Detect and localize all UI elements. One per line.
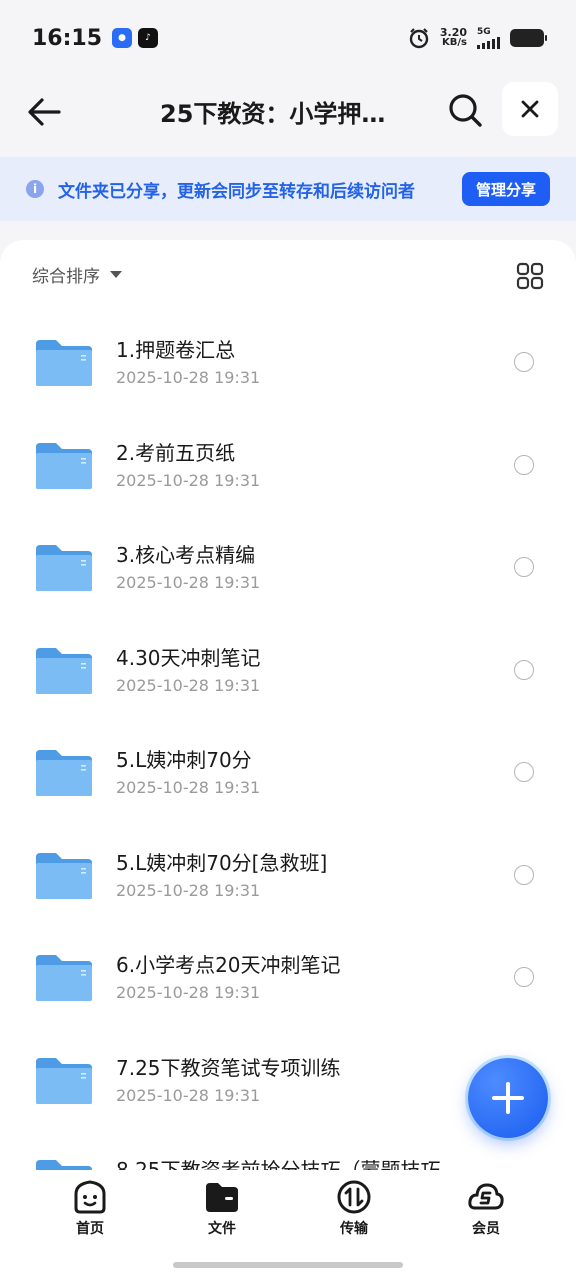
file-row[interactable]: 2.考前五页纸 2025-10-28 19:31 xyxy=(0,415,576,518)
file-name: 1.押题卷汇总 xyxy=(116,338,236,362)
add-button[interactable] xyxy=(468,1058,548,1138)
nav-item-files[interactable]: 文件 xyxy=(182,1178,262,1238)
status-bar: 16:15 ● ♪ 3.20 KB/s 5G xyxy=(0,0,576,76)
home-indicator[interactable] xyxy=(173,1262,403,1268)
nav-item-vip[interactable]: 会员 xyxy=(446,1178,526,1238)
file-name: 3.核心考点精编 xyxy=(116,543,256,567)
page-title: 25下教资：小学押… xyxy=(160,100,386,128)
back-button[interactable] xyxy=(22,90,66,134)
tiktok-notification-icon: ♪ xyxy=(138,28,159,48)
folder-icon xyxy=(36,1057,92,1104)
file-date: 2025-10-28 19:31 xyxy=(116,778,261,797)
nav-label-vip: 会员 xyxy=(472,1221,500,1237)
home-icon xyxy=(74,1180,106,1214)
file-row[interactable]: 5.L姨冲刺70分[急救班] 2025-10-28 19:31 xyxy=(0,825,576,928)
folder-icon xyxy=(36,647,92,694)
file-name: 2.考前五页纸 xyxy=(116,440,236,465)
folder-icon xyxy=(36,340,92,386)
file-row[interactable]: 6.小学考点20天冲刺笔记 2025-10-28 19:31 xyxy=(0,927,576,1030)
plus-icon xyxy=(492,1082,524,1114)
file-date: 2025-10-28 19:31 xyxy=(116,983,261,1002)
grid-view-icon[interactable] xyxy=(516,262,544,290)
nav-label-home: 首页 xyxy=(76,1221,104,1237)
file-row[interactable]: 4.30天冲刺笔记 2025-10-28 19:31 xyxy=(0,620,576,723)
file-row[interactable]: 1.押题卷汇总 2025-10-28 19:31 xyxy=(0,312,576,415)
file-date: 2025-10-28 19:31 xyxy=(116,880,261,900)
folder-icon xyxy=(36,852,92,899)
folder-icon xyxy=(206,1183,238,1212)
folder-icon xyxy=(36,750,92,796)
alarm-icon xyxy=(409,28,429,49)
select-radio[interactable] xyxy=(514,454,534,475)
vip-icon xyxy=(468,1183,504,1210)
file-name: 5.L姨冲刺70分[急救班] xyxy=(116,850,328,875)
close-icon xyxy=(521,100,539,118)
select-radio[interactable] xyxy=(514,557,534,577)
folder-icon xyxy=(36,442,92,489)
file-name: 8.25下教资考前抢分技巧（蒙题技巧 xyxy=(116,1158,441,1170)
transfer-icon xyxy=(337,1180,371,1214)
file-date: 2025-10-28 19:31 xyxy=(116,368,261,387)
file-name: 6.小学考点20天冲刺笔记 xyxy=(116,953,341,977)
sort-dropdown[interactable]: 综合排序 xyxy=(32,262,122,287)
speed-unit: KB/s xyxy=(442,37,467,48)
file-list: 1.押题卷汇总 2025-10-28 19:31 2.考前五页纸 2025-10-28… xyxy=(0,312,576,1170)
status-time: 16:15 xyxy=(32,25,103,51)
file-row[interactable]: 3.核心考点精编 2025-10-28 19:31 xyxy=(0,517,576,620)
folder-icon xyxy=(36,1160,92,1170)
file-list-card: 综合排序 1.押题卷汇总 2025-10-28 19:31 2.考前五页纸 2025-… xyxy=(0,240,576,1170)
battery-icon xyxy=(510,29,547,47)
nav-label-transfer: 传输 xyxy=(340,1221,368,1237)
file-name: 5.L姨冲刺70分 xyxy=(116,748,252,772)
manage-share-button[interactable]: 管理分享 xyxy=(461,172,550,206)
file-date: 2025-10-28 19:31 xyxy=(116,470,261,490)
select-radio[interactable] xyxy=(514,967,534,987)
search-button[interactable] xyxy=(444,88,486,132)
file-name: 4.30天冲刺笔记 xyxy=(116,645,261,670)
signal-icon xyxy=(477,36,500,49)
network-type: 5G xyxy=(477,26,491,37)
select-radio[interactable] xyxy=(514,659,534,680)
info-icon: i xyxy=(26,180,44,198)
signal-indicator: 5G xyxy=(477,26,500,49)
sort-label: 综合排序 xyxy=(32,267,100,287)
caret-down-icon xyxy=(110,271,122,278)
file-row[interactable]: 8.25下教资考前抢分技巧（蒙题技巧 xyxy=(0,1132,576,1170)
file-date: 2025-10-28 19:31 xyxy=(116,573,261,592)
select-radio[interactable] xyxy=(514,864,534,885)
network-speed: 3.20 KB/s xyxy=(440,27,467,48)
notice-text: 文件夹已分享，更新会同步至转存和后续访问者 xyxy=(58,181,415,202)
app-notification-icon: ● xyxy=(112,28,133,48)
top-bar: 25下教资：小学押… xyxy=(0,76,576,148)
folder-icon xyxy=(36,545,92,591)
nav-item-transfer[interactable]: 传输 xyxy=(314,1178,394,1238)
nav-label-files: 文件 xyxy=(208,1221,236,1237)
select-radio[interactable] xyxy=(514,762,534,782)
file-date: 2025-10-28 19:31 xyxy=(116,1085,261,1105)
close-button[interactable] xyxy=(502,82,558,136)
nav-item-home[interactable]: 首页 xyxy=(50,1178,130,1238)
file-name: 7.25下教资笔试专项训练 xyxy=(116,1055,341,1080)
share-notice-banner: i 文件夹已分享，更新会同步至转存和后续访问者 管理分享 xyxy=(0,157,576,221)
file-row[interactable]: 5.L姨冲刺70分 2025-10-28 19:31 xyxy=(0,722,576,825)
file-date: 2025-10-28 19:31 xyxy=(116,675,261,695)
select-radio[interactable] xyxy=(514,352,534,372)
search-icon xyxy=(449,94,482,127)
folder-icon xyxy=(36,955,92,1001)
arrow-left-icon xyxy=(28,98,61,126)
